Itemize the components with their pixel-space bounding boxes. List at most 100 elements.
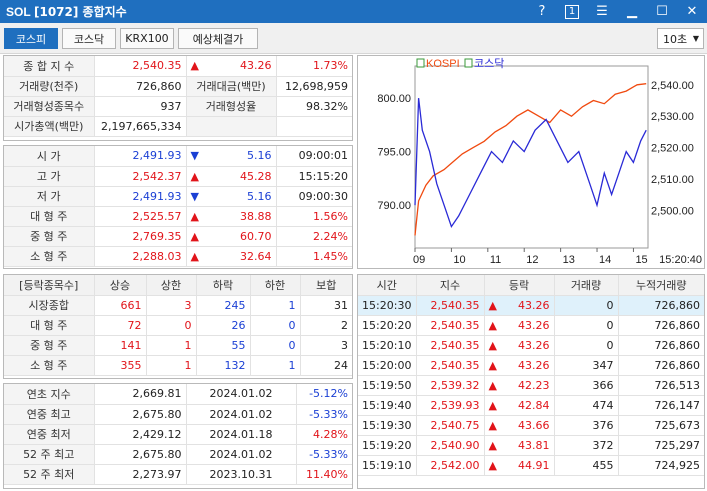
down-arrow-icon: ▼ — [190, 149, 199, 163]
tick-cumulative: 726,860 — [618, 295, 704, 316]
menu-icon[interactable]: ☰ — [587, 0, 617, 23]
breadth-row: 중 형 주 141 1 55 0 3 — [4, 335, 352, 356]
ticks-header-cell: 거래량 — [554, 275, 619, 296]
ticks-header: 시간 지수 등락 거래량 누적거래량 — [358, 275, 704, 296]
ticks-header-cell: 지수 — [416, 275, 485, 296]
table-row[interactable]: 15:20:30 2,540.35 ▲ 43.26 0 726,860 — [358, 295, 704, 316]
breadth-upper: 1 — [146, 335, 197, 356]
intraday-chart[interactable]: 800.00 795.00 790.00 2,540.00 2,530.00 2,520.… — [357, 55, 705, 269]
tick-index: 2,542.00 — [416, 455, 485, 476]
table-row[interactable]: 15:19:40 2,539.93 ▲ 42.84 474 726,147 — [358, 395, 704, 416]
up-arrow-icon: ▲ — [488, 358, 497, 372]
ohlc-row: 고 가 2,542.37 ▲ 45.28 15:15:20 — [4, 166, 352, 187]
ohlc-value: 2,542.37 — [94, 166, 187, 187]
screen-number-button[interactable]: 1 — [557, 0, 587, 23]
extremes-rate: -5.33% — [296, 444, 352, 465]
maximize-icon[interactable]: ☐ — [647, 0, 677, 23]
breadth-down: 245 — [196, 295, 251, 316]
x-tick-label: 13 — [563, 254, 575, 266]
table-row[interactable]: 15:20:20 2,540.35 ▲ 43.26 0 726,860 — [358, 315, 704, 336]
breadth-label: 시장종합 — [4, 295, 95, 316]
legend-label: 코스닥 — [474, 57, 504, 70]
tick-index: 2,540.75 — [416, 415, 485, 436]
index-change: ▲ 43.26 — [186, 56, 277, 77]
ohlc-change: ▲ 60.70 — [186, 226, 277, 247]
extremes-date: 2024.01.18 — [186, 424, 297, 445]
extremes-label: 연중 최고 — [4, 404, 95, 425]
tick-change-value: 43.26 — [518, 318, 550, 332]
breadth-flat: 3 — [300, 335, 352, 356]
screen-number: 1 — [565, 4, 579, 19]
table-row[interactable]: 15:19:30 2,540.75 ▲ 43.66 376 725,673 — [358, 415, 704, 436]
breadth-row: 시장종합 661 3 245 1 31 — [4, 295, 352, 316]
tick-volume: 455 — [554, 455, 619, 476]
extremes-value: 2,669.81 — [94, 384, 187, 405]
ohlc-row: 중 형 주 2,769.35 ▲ 60.70 2.24% — [4, 226, 352, 247]
tick-volume: 376 — [554, 415, 619, 436]
breadth-upper: 0 — [146, 315, 197, 336]
window-controls: ? 1 ☰ ▁ ☐ ✕ — [527, 0, 707, 23]
extremes-value: 2,675.80 — [94, 444, 187, 465]
tab-kosdaq[interactable]: 코스닥 — [62, 28, 116, 49]
summary-label: 거래형성율 — [186, 96, 277, 117]
x-tick-label: 09 — [413, 254, 425, 266]
summary-label: 종 합 지 수 — [4, 56, 95, 77]
ohlc-label: 소 형 주 — [4, 246, 95, 267]
ohlc-change-value: 32.64 — [240, 249, 272, 263]
tick-time: 15:19:40 — [358, 395, 417, 416]
tick-time: 15:19:50 — [358, 375, 417, 396]
interval-select[interactable]: 10초 ▼ — [657, 28, 704, 49]
tick-index: 2,540.35 — [416, 335, 485, 356]
ohlc-change: ▲ 38.88 — [186, 206, 277, 227]
breadth-lower: 0 — [250, 335, 301, 356]
tab-krx100[interactable]: KRX100 — [120, 28, 174, 49]
y-right-tick-label: 2,500.00 — [651, 205, 694, 217]
up-arrow-icon: ▲ — [190, 59, 199, 73]
breadth-header-cell: 하락 — [196, 275, 251, 296]
toolbar: 코스피 코스닥 KRX100 예상체결가 10초 ▼ — [0, 23, 707, 54]
table-row[interactable]: 15:19:20 2,540.90 ▲ 43.81 372 725,297 — [358, 435, 704, 456]
tick-cumulative: 726,513 — [618, 375, 704, 396]
breadth-header-cell: 하한 — [250, 275, 301, 296]
summary-label: 시가총액(백만) — [4, 116, 95, 137]
tick-change: ▲ 43.26 — [484, 295, 555, 316]
tick-change: ▲ 43.26 — [484, 315, 555, 336]
x-tick-label: 12 — [526, 254, 538, 266]
legend-label: KOSPI — [426, 58, 460, 70]
summary-row: 거래량(천주) 726,860 거래대금(백만) 12,698,959 — [4, 76, 352, 97]
chevron-down-icon: ▼ — [692, 34, 699, 43]
tab-kospi[interactable]: 코스피 — [4, 28, 58, 49]
ohlc-time: 15:15:20 — [276, 166, 352, 187]
tick-change-value: 42.84 — [518, 398, 550, 412]
tick-volume: 474 — [554, 395, 619, 416]
x-tick-label: 15:20:40 — [659, 254, 702, 266]
tick-change: ▲ 42.84 — [484, 395, 555, 416]
minimize-icon[interactable]: ▁ — [617, 0, 647, 23]
table-row[interactable]: 15:19:10 2,542.00 ▲ 44.91 455 724,925 — [358, 455, 704, 476]
help-button[interactable]: ? — [527, 0, 557, 23]
summary-label: 거래형성종목수 — [4, 96, 95, 117]
breadth-flat: 31 — [300, 295, 352, 316]
table-row[interactable]: 15:19:50 2,539.32 ▲ 42.23 366 726,513 — [358, 375, 704, 396]
x-tick-label: 10 — [453, 254, 465, 266]
y-left-tick-label: 795.00 — [377, 147, 411, 159]
tab-expected-price[interactable]: 예상체결가 — [178, 28, 258, 49]
table-row[interactable]: 15:20:00 2,540.35 ▲ 43.26 347 726,860 — [358, 355, 704, 376]
tick-time: 15:19:30 — [358, 415, 417, 436]
tick-time: 15:19:10 — [358, 455, 417, 476]
up-arrow-icon: ▲ — [488, 458, 497, 472]
extremes-row: 연중 최저 2,429.12 2024.01.18 4.28% — [4, 424, 352, 445]
tick-change-value: 43.26 — [518, 358, 550, 372]
tick-cumulative: 725,297 — [618, 435, 704, 456]
ohlc-row: 소 형 주 2,288.03 ▲ 32.64 1.45% — [4, 246, 352, 267]
ohlc-change: ▲ 45.28 — [186, 166, 277, 187]
close-icon[interactable]: ✕ — [677, 0, 707, 23]
table-row[interactable]: 15:20:10 2,540.35 ▲ 43.26 0 726,860 — [358, 335, 704, 356]
ohlc-change: ▲ 32.64 — [186, 246, 277, 267]
extremes-rate: 11.40% — [296, 464, 352, 485]
tick-index: 2,539.32 — [416, 375, 485, 396]
ohlc-change-value: 60.70 — [240, 229, 272, 243]
up-arrow-icon: ▲ — [488, 438, 497, 452]
breadth-header-cell: 상한 — [146, 275, 197, 296]
extremes-panel: 연초 지수 2,669.81 2024.01.02 -5.12% 연중 최고 2,675.… — [3, 383, 353, 489]
